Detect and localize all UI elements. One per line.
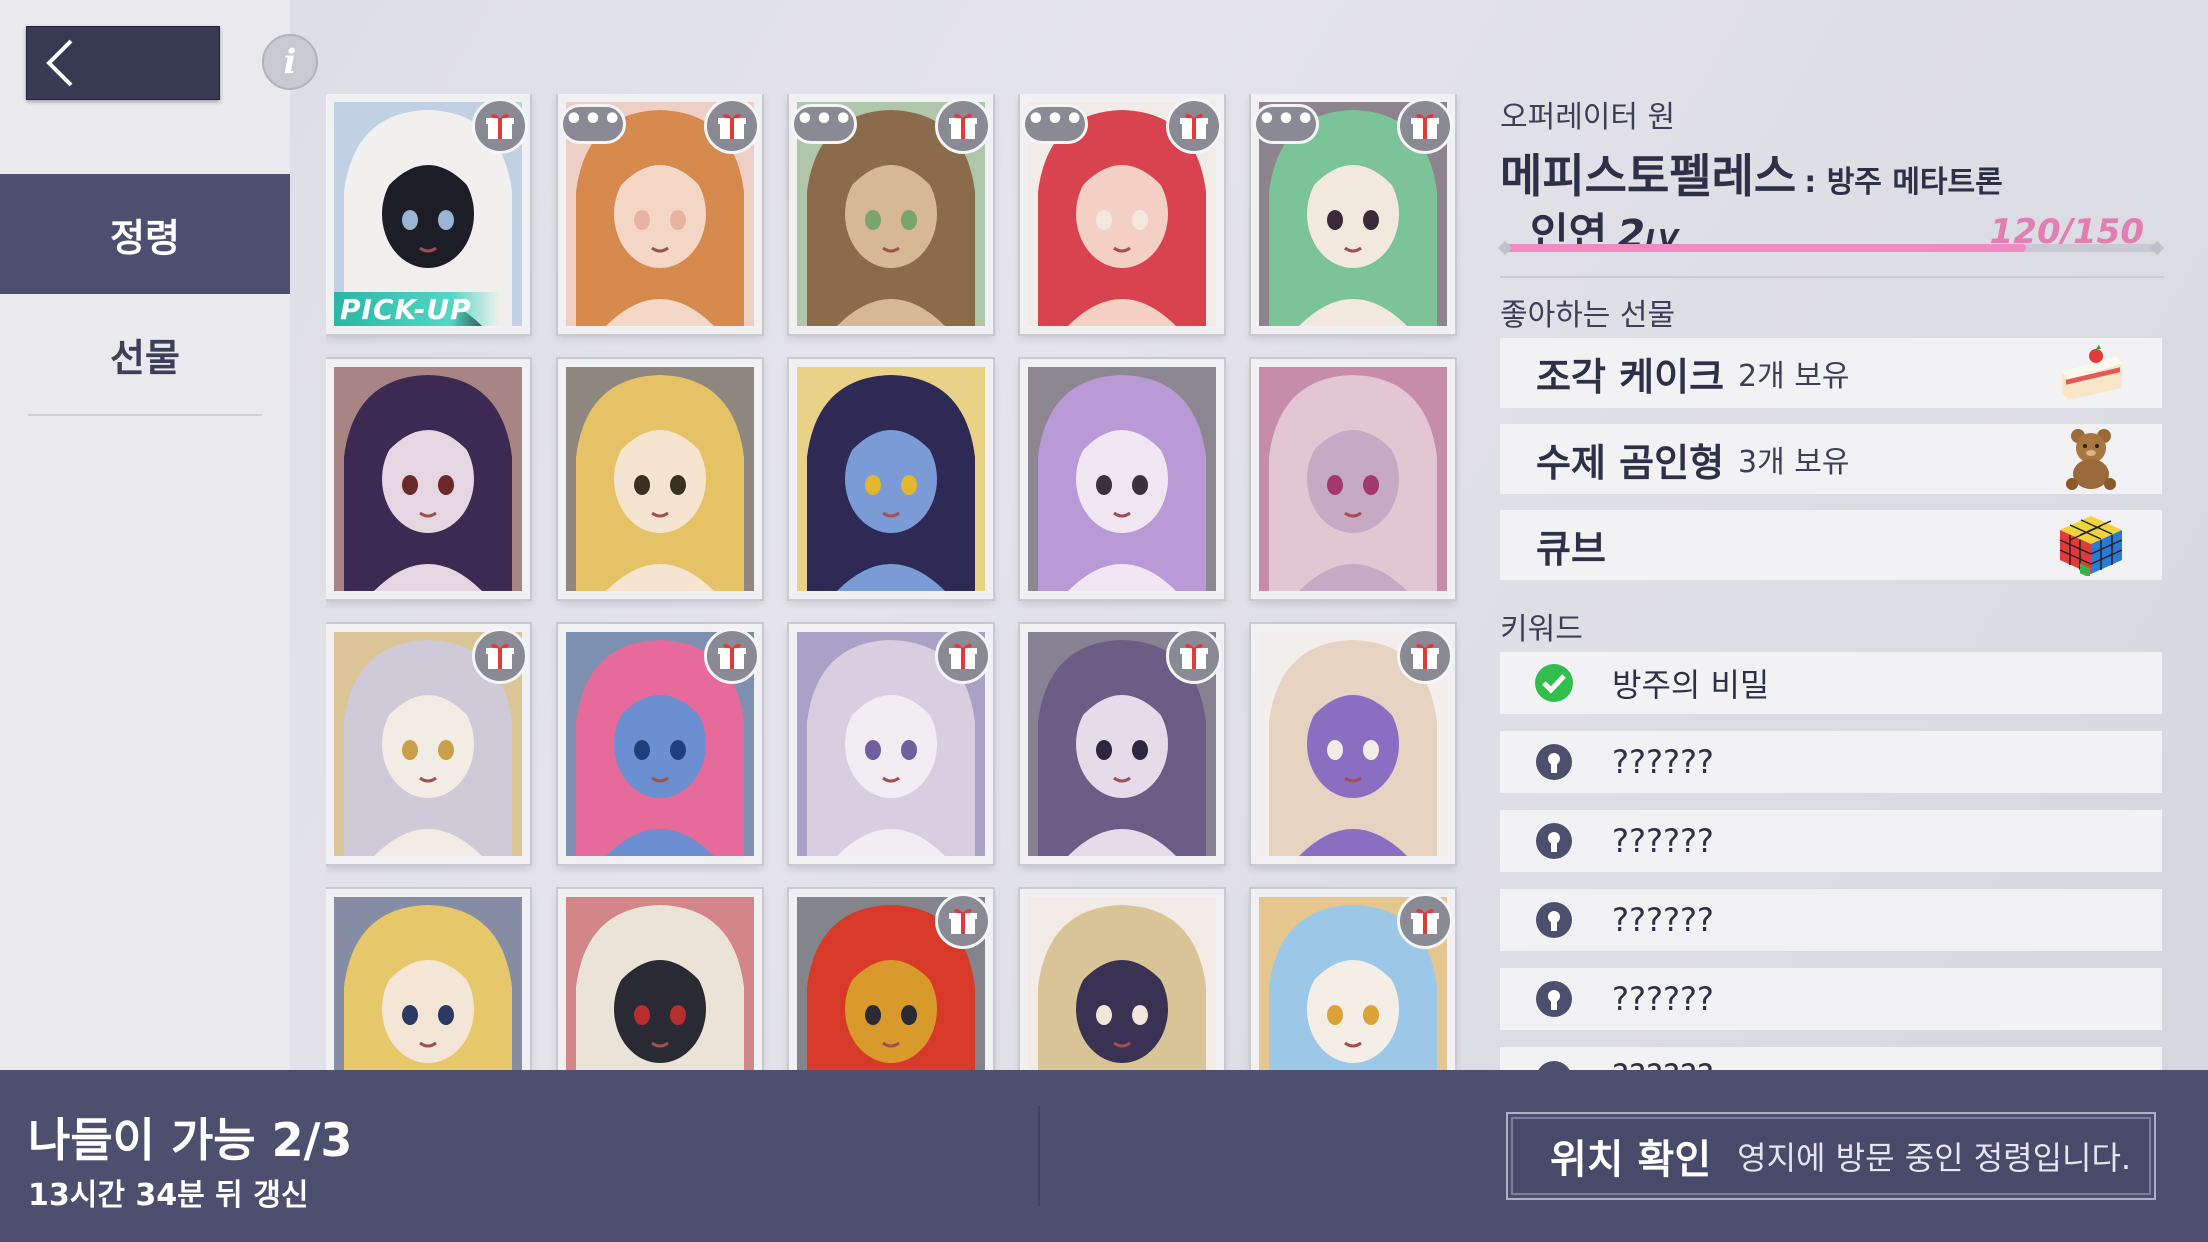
character-name-text: 메피스토펠레스 [1500,149,1797,203]
character-card[interactable]: PICK-UP [326,94,530,334]
chevron-left-icon [46,39,73,87]
affinity-bar-fill [1506,244,2026,252]
gift-count: 3개 보유 [1738,445,1850,480]
gift-name: 수제 곰인형 [1536,440,1725,485]
gift-badge-icon [1166,98,1222,154]
gift-badge-icon [1397,98,1453,154]
character-portrait [797,367,985,591]
keyword-row[interactable]: ?????? [1500,731,2162,793]
gift-row[interactable]: 큐브 [1500,510,2162,580]
character-card[interactable]: ••• [1251,94,1455,334]
keyword-label: 키워드 [1500,612,1583,647]
gift-count: 2개 보유 [1738,359,1850,394]
back-button[interactable] [26,26,220,100]
character-card[interactable] [789,359,993,599]
locate-label: 위치 확인 [1550,1137,1712,1183]
lock-icon [1536,902,1572,938]
character-name: 메피스토펠레스: 방주 메타트론 [1500,140,2003,206]
gift-badge-icon [704,628,760,684]
divider [1038,1106,1040,1206]
cake-icon [2062,345,2122,400]
character-card[interactable]: ••• [558,94,762,334]
chat-bubble-icon: ••• [791,104,857,144]
outing-title: 나들이 가능 2/3 [28,1113,353,1167]
gift-badge-icon [1397,628,1453,684]
character-card[interactable] [326,624,530,864]
chat-bubble-icon: ••• [1253,104,1319,144]
keyword-row[interactable]: ?????? [1500,968,2162,1030]
lock-icon [1536,823,1572,859]
character-portrait [566,897,754,1070]
locate-description: 영지에 방문 중인 정령입니다. [1737,1139,2132,1177]
locate-button[interactable]: 위치 확인 영지에 방문 중인 정령입니다. [1506,1112,2156,1200]
character-portrait [334,897,522,1070]
outing-refresh-timer: 13시간 34분 뒤 갱신 [28,1178,309,1213]
character-portrait [566,367,754,591]
gift-name: 큐브 [1536,526,1606,571]
lock-icon [1536,981,1572,1017]
keyword-row[interactable]: ?????? [1500,810,2162,872]
gift-badge-icon [935,893,991,949]
divider [1500,276,2164,278]
character-card[interactable] [1251,359,1455,599]
character-portrait [1028,367,1216,591]
gift-badge-icon [472,628,528,684]
chat-bubble-icon: ••• [560,104,626,144]
gift-name: 조각 케이크 [1536,354,1725,399]
keyword-text: 방주의 비밀 [1612,666,1770,704]
character-portrait [334,367,522,591]
bottom-bar: 나들이 가능 2/3 13시간 34분 뒤 갱신 위치 확인 영지에 방문 중인… [0,1070,2208,1242]
character-card[interactable] [1251,624,1455,864]
character-card[interactable]: ••• [1020,94,1224,334]
keyword-row[interactable]: ?????? [1500,889,2162,951]
menu-item-spirits[interactable]: 정령 [0,174,290,294]
gift-badge-icon [935,628,991,684]
character-card[interactable] [326,359,530,599]
keyword-row[interactable]: 방주의 비밀 [1500,652,2162,714]
gift-badge-icon [472,98,528,154]
keyword-text: ?????? [1612,1057,1714,1070]
menu-item-gifts[interactable]: 선물 [0,294,290,414]
menu-divider [28,414,262,416]
gift-row[interactable]: 수제 곰인형 3개 보유 [1500,424,2162,494]
gift-badge-icon [1397,893,1453,949]
character-card[interactable] [558,889,762,1070]
keyword-text: ?????? [1612,743,1714,781]
keyword-row[interactable]: ?????? [1500,1047,2162,1070]
gift-row[interactable]: 조각 케이크 2개 보유 [1500,338,2162,408]
rubik-cube-icon [2059,516,2123,576]
check-icon [1535,664,1573,702]
operator-label: 오퍼레이터 원 [1500,100,1676,135]
character-card[interactable] [789,624,993,864]
side-nav: i 정령 선물 [0,0,318,1070]
keyword-text: ?????? [1612,980,1714,1018]
character-detail: 오퍼레이터 원 메피스토펠레스: 방주 메타트론 인연 2LV 120/150 좋… [1497,0,2165,1070]
character-card[interactable] [1020,624,1224,864]
gift-badge-icon [1166,628,1222,684]
character-subtitle: : 방주 메타트론 [1804,165,2003,200]
character-card[interactable] [558,624,762,864]
character-card[interactable] [1020,359,1224,599]
character-portrait [1259,367,1447,591]
teddy-bear-icon [2066,429,2116,490]
info-button[interactable]: i [262,34,318,90]
character-card[interactable] [326,889,530,1070]
character-card[interactable] [1251,889,1455,1070]
character-card[interactable] [1020,889,1224,1070]
chat-bubble-icon: ••• [1022,104,1088,144]
affinity-bar [1506,244,2156,252]
keyword-text: ?????? [1612,822,1714,860]
gift-badge-icon [704,98,760,154]
gift-badge-icon [935,98,991,154]
character-card[interactable] [558,359,762,599]
favorite-gifts-label: 좋아하는 선물 [1500,298,1676,333]
character-card[interactable] [789,889,993,1070]
character-portrait [1028,897,1216,1070]
lock-icon [1536,744,1572,780]
keyword-text: ?????? [1612,901,1714,939]
pickup-badge: PICK-UP [334,292,500,326]
character-grid: PICK-UP ••• ••• ••• ••• [326,94,1462,1070]
character-card[interactable]: ••• [789,94,993,334]
lock-icon [1538,1061,1570,1070]
